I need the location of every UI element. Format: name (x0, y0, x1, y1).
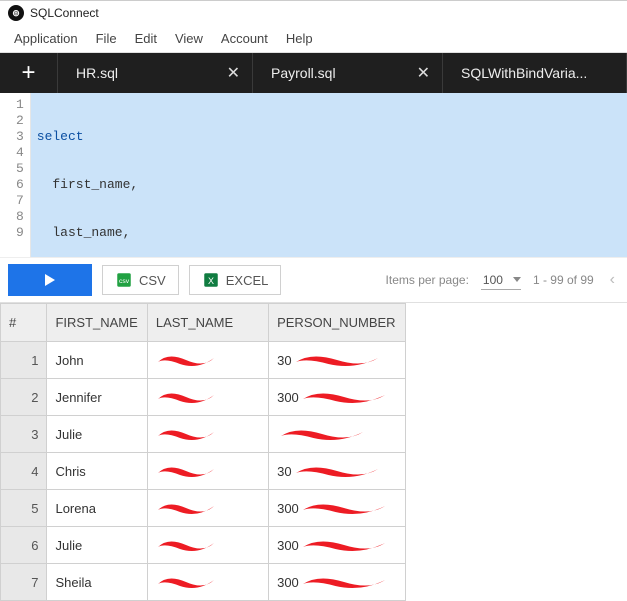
app-title: SQLConnect (30, 6, 99, 20)
table-row[interactable]: 7Sheila 300 (1, 564, 406, 601)
cell-rownum: 6 (1, 527, 47, 564)
titlebar: ⊚ SQLConnect (0, 1, 627, 27)
cell-last-name (147, 490, 268, 527)
table-header-row: # FIRST_NAME LAST_NAME PERSON_NUMBER (1, 304, 406, 342)
cell-last-name (147, 527, 268, 564)
cell-person-number: 300 (269, 379, 406, 416)
pager: Items per page: 100 1 - 99 of 99 ‹ (386, 271, 619, 289)
cell-first-name: Jennifer (47, 379, 147, 416)
cell-last-name (147, 416, 268, 453)
table-row[interactable]: 5Lorena 300 (1, 490, 406, 527)
items-per-page-label: Items per page: (386, 273, 469, 287)
col-person-number[interactable]: PERSON_NUMBER (269, 304, 406, 342)
excel-icon: X (202, 271, 220, 289)
menu-application[interactable]: Application (14, 31, 78, 46)
export-excel-button[interactable]: X EXCEL (189, 265, 282, 295)
svg-text:csv: csv (119, 278, 130, 285)
table-row[interactable]: 6Julie 300 (1, 527, 406, 564)
cell-last-name (147, 379, 268, 416)
col-rownum[interactable]: # (1, 304, 47, 342)
chevron-down-icon (513, 277, 521, 282)
csv-icon: csv (115, 271, 133, 289)
cell-person-number: 300 (269, 490, 406, 527)
new-tab-button[interactable]: + (0, 53, 58, 93)
cell-first-name: Julie (47, 416, 147, 453)
menu-edit[interactable]: Edit (135, 31, 157, 46)
results-table: # FIRST_NAME LAST_NAME PERSON_NUMBER 1Jo… (0, 303, 406, 601)
cell-person-number: 30 (269, 453, 406, 490)
tab-hr[interactable]: HR.sql ✕ (58, 53, 253, 93)
cell-rownum: 5 (1, 490, 47, 527)
svg-text:X: X (208, 276, 214, 286)
col-last-name[interactable]: LAST_NAME (147, 304, 268, 342)
cell-first-name: Julie (47, 527, 147, 564)
tab-payroll[interactable]: Payroll.sql ✕ (253, 53, 443, 93)
cell-person-number: 30 (269, 342, 406, 379)
cell-rownum: 7 (1, 564, 47, 601)
table-row[interactable]: 2Jennifer 300 (1, 379, 406, 416)
cell-person-number: 300 (269, 527, 406, 564)
cell-first-name: Lorena (47, 490, 147, 527)
cell-rownum: 1 (1, 342, 47, 379)
close-icon[interactable]: ✕ (227, 63, 240, 83)
page-range: 1 - 99 of 99 (533, 273, 594, 287)
close-icon[interactable]: ✕ (417, 63, 430, 83)
tab-bindvars[interactable]: SQLWithBindVaria... (443, 53, 627, 93)
menu-file[interactable]: File (96, 31, 117, 46)
table-row[interactable]: 4Chris 30 (1, 453, 406, 490)
cell-rownum: 2 (1, 379, 47, 416)
menubar: Application File Edit View Account Help (0, 27, 627, 53)
items-per-page-select[interactable]: 100 (481, 273, 521, 287)
editor-code[interactable]: select first_name, last_name, person_num… (31, 93, 627, 257)
sql-editor[interactable]: 1 2 3 4 5 6 7 8 9 select first_name, las… (0, 93, 627, 257)
run-button[interactable] (8, 264, 92, 296)
results-toolbar: csv CSV X EXCEL Items per page: 100 1 - … (0, 257, 627, 303)
menu-account[interactable]: Account (221, 31, 268, 46)
export-csv-button[interactable]: csv CSV (102, 265, 179, 295)
cell-person-number: 300 (269, 564, 406, 601)
prev-page-button[interactable]: ‹ (606, 271, 619, 289)
app-icon: ⊚ (8, 5, 24, 21)
cell-last-name (147, 342, 268, 379)
editor-gutter: 1 2 3 4 5 6 7 8 9 (0, 93, 31, 257)
table-row[interactable]: 1John 30 (1, 342, 406, 379)
cell-first-name: Chris (47, 453, 147, 490)
export-excel-label: EXCEL (226, 273, 269, 288)
tab-label: Payroll.sql (271, 65, 336, 81)
table-row[interactable]: 3Julie (1, 416, 406, 453)
cell-last-name (147, 564, 268, 601)
col-first-name[interactable]: FIRST_NAME (47, 304, 147, 342)
tab-label: SQLWithBindVaria... (461, 65, 587, 81)
menu-help[interactable]: Help (286, 31, 313, 46)
cell-person-number (269, 416, 406, 453)
menu-view[interactable]: View (175, 31, 203, 46)
cell-first-name: John (47, 342, 147, 379)
cell-first-name: Sheila (47, 564, 147, 601)
cell-rownum: 4 (1, 453, 47, 490)
cell-rownum: 3 (1, 416, 47, 453)
cell-last-name (147, 453, 268, 490)
tab-label: HR.sql (76, 65, 118, 81)
export-csv-label: CSV (139, 273, 166, 288)
tab-row: + HR.sql ✕ Payroll.sql ✕ SQLWithBindVari… (0, 53, 627, 93)
